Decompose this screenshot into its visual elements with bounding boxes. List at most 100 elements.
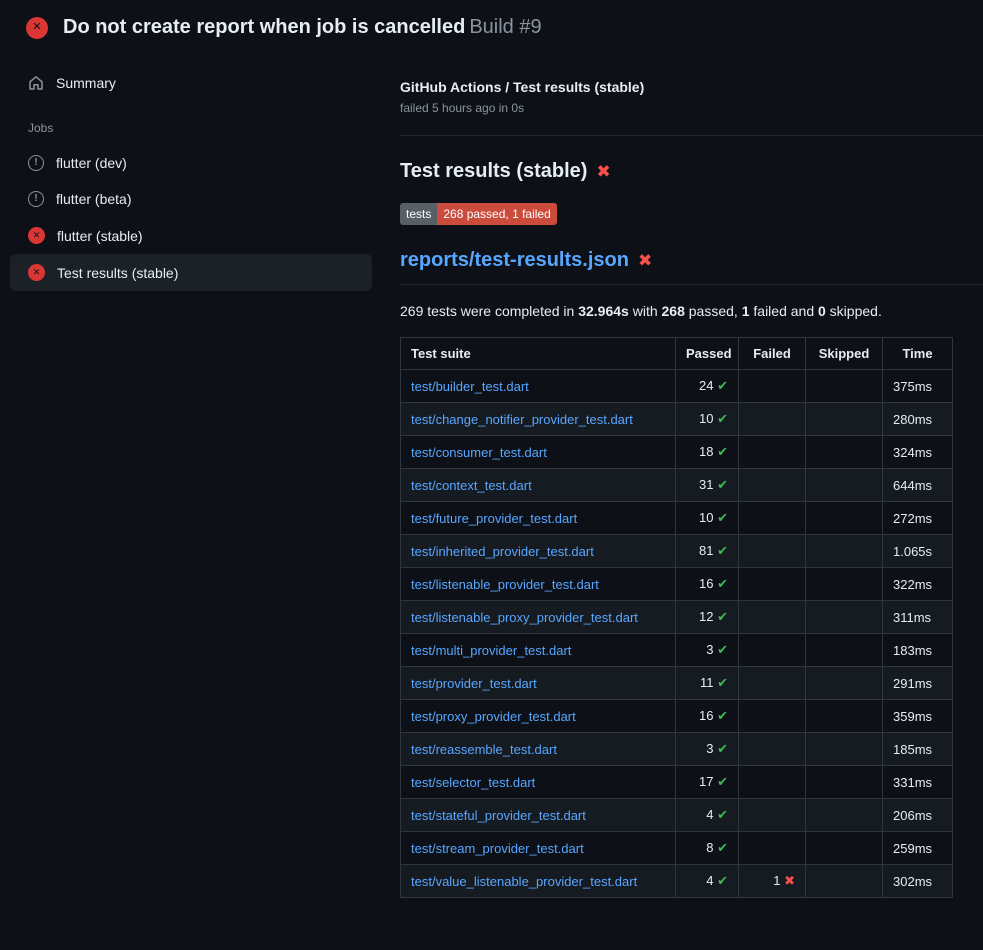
suite-link[interactable]: test/provider_test.dart (411, 676, 537, 691)
passed-count: 3 (706, 741, 713, 756)
suite-link[interactable]: test/reassemble_test.dart (411, 742, 557, 757)
passed-cell: 8 ✔ (676, 832, 739, 865)
time-cell: 331ms (883, 766, 953, 799)
check-icon: ✔ (717, 543, 728, 558)
suite-cell: test/inherited_provider_test.dart (401, 535, 676, 568)
failed-cell (739, 535, 806, 568)
suite-link[interactable]: test/inherited_provider_test.dart (411, 544, 594, 559)
suite-link[interactable]: test/selector_test.dart (411, 775, 535, 790)
breadcrumb: GitHub Actions / Test results (stable) (400, 79, 983, 95)
page-layout: Summary Jobs ! flutter (dev) ! flutter (… (0, 51, 983, 898)
summary-duration: 32.964s (578, 303, 629, 319)
table-row: test/reassemble_test.dart 3 ✔ 185ms (401, 733, 953, 766)
time-cell: 644ms (883, 469, 953, 502)
suite-link[interactable]: test/builder_test.dart (411, 379, 529, 394)
skipped-cell (806, 700, 883, 733)
suite-link[interactable]: test/stateful_provider_test.dart (411, 808, 586, 823)
suite-cell: test/provider_test.dart (401, 667, 676, 700)
table-row: test/provider_test.dart 11 ✔ 291ms (401, 667, 953, 700)
home-icon (28, 75, 44, 91)
passed-count: 81 (699, 543, 713, 558)
failed-cell (739, 799, 806, 832)
failed-cell (739, 733, 806, 766)
skipped-cell (806, 469, 883, 502)
suite-cell: test/future_provider_test.dart (401, 502, 676, 535)
col-header-failed: Failed (739, 338, 806, 370)
check-icon: ✔ (717, 675, 728, 690)
col-header-skipped: Skipped (806, 338, 883, 370)
sidebar-item-flutter-stable[interactable]: ✕ flutter (stable) (10, 217, 372, 254)
exclaim-glyph: ! (34, 158, 37, 168)
suite-link[interactable]: test/change_notifier_provider_test.dart (411, 412, 633, 427)
job-label: flutter (beta) (56, 191, 131, 207)
time-cell: 272ms (883, 502, 953, 535)
skipped-cell (806, 403, 883, 436)
passed-count: 10 (699, 510, 713, 525)
summary-line: 269 tests were completed in 32.964s with… (400, 303, 983, 319)
x-glyph: ✕ (33, 268, 41, 277)
suite-link[interactable]: test/listenable_proxy_provider_test.dart (411, 610, 638, 625)
failed-cell (739, 766, 806, 799)
suite-link[interactable]: test/stream_provider_test.dart (411, 841, 584, 856)
skipped-cell (806, 865, 883, 898)
jobs-section-label: Jobs (10, 101, 372, 145)
failed-cell (739, 568, 806, 601)
check-icon: ✔ (717, 840, 728, 855)
build-title: Do not create report when job is cancell… (63, 16, 542, 39)
check-icon: ✔ (717, 609, 728, 624)
col-header-passed: Passed (676, 338, 739, 370)
failed-cell (739, 502, 806, 535)
time-cell: 185ms (883, 733, 953, 766)
passed-cell: 16 ✔ (676, 700, 739, 733)
passed-cell: 4 ✔ (676, 799, 739, 832)
tests-badge: tests 268 passed, 1 failed (400, 203, 557, 225)
sidebar-item-flutter-beta[interactable]: ! flutter (beta) (10, 181, 372, 217)
suite-cell: test/proxy_provider_test.dart (401, 700, 676, 733)
failed-cell (739, 601, 806, 634)
x-glyph: ✕ (33, 231, 41, 240)
failed-cell (739, 700, 806, 733)
suite-link[interactable]: test/consumer_test.dart (411, 445, 547, 460)
passed-cell: 81 ✔ (676, 535, 739, 568)
suite-link[interactable]: test/listenable_provider_test.dart (411, 577, 599, 592)
passed-count: 8 (706, 840, 713, 855)
time-cell: 302ms (883, 865, 953, 898)
check-icon: ✔ (717, 444, 728, 459)
report-link[interactable]: reports/test-results.json (400, 249, 629, 272)
neutral-status-icon: ! (28, 191, 44, 207)
table-row: test/consumer_test.dart 18 ✔ 324ms (401, 436, 953, 469)
sidebar-item-label: Summary (56, 75, 116, 91)
suite-link[interactable]: test/value_listenable_provider_test.dart (411, 874, 637, 889)
check-icon: ✔ (717, 807, 728, 822)
badge-value: 268 passed, 1 failed (437, 203, 556, 225)
build-title-text: Do not create report when job is cancell… (63, 16, 465, 38)
suite-link[interactable]: test/context_test.dart (411, 478, 532, 493)
time-cell: 324ms (883, 436, 953, 469)
passed-cell: 3 ✔ (676, 634, 739, 667)
suite-link[interactable]: test/future_provider_test.dart (411, 511, 577, 526)
sidebar-item-flutter-dev[interactable]: ! flutter (dev) (10, 145, 372, 181)
time-cell: 311ms (883, 601, 953, 634)
sidebar-item-summary[interactable]: Summary (10, 65, 372, 101)
passed-cell: 3 ✔ (676, 733, 739, 766)
passed-count: 12 (699, 609, 713, 624)
summary-text: 269 tests were completed in (400, 303, 578, 319)
passed-cell: 12 ✔ (676, 601, 739, 634)
job-label: Test results (stable) (57, 265, 178, 281)
suite-cell: test/listenable_provider_test.dart (401, 568, 676, 601)
passed-cell: 4 ✔ (676, 865, 739, 898)
check-icon: ✔ (717, 510, 728, 525)
table-row: test/listenable_proxy_provider_test.dart… (401, 601, 953, 634)
suite-link[interactable]: test/proxy_provider_test.dart (411, 709, 576, 724)
suite-cell: test/consumer_test.dart (401, 436, 676, 469)
time-cell: 280ms (883, 403, 953, 436)
failed-cell (739, 370, 806, 403)
badge-label: tests (400, 203, 437, 225)
status-line: failed 5 hours ago in 0s (400, 101, 983, 115)
skipped-cell (806, 436, 883, 469)
sidebar-item-test-results-stable[interactable]: ✕ Test results (stable) (10, 254, 372, 291)
passed-cell: 24 ✔ (676, 370, 739, 403)
suite-link[interactable]: test/multi_provider_test.dart (411, 643, 571, 658)
check-title: Test results (stable) ✖ (400, 160, 983, 183)
failed-x-icon: ✖ (638, 252, 652, 269)
